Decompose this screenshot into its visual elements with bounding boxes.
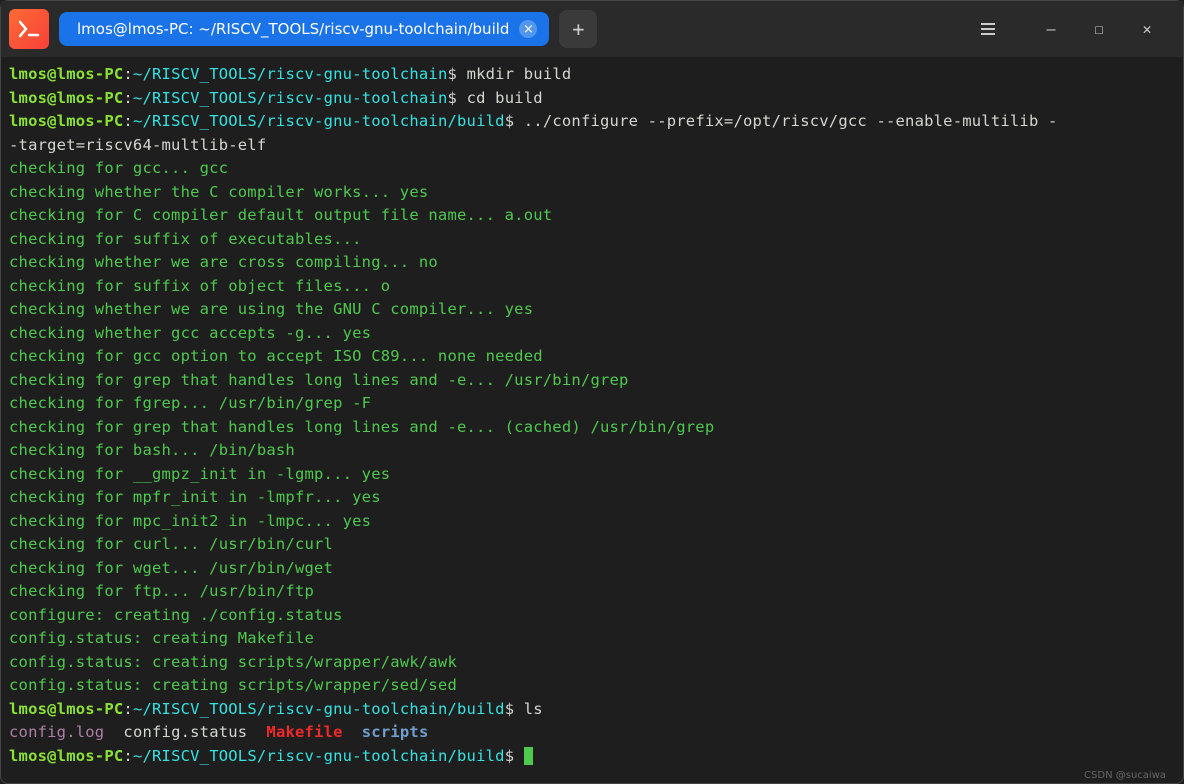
output-line: checking for grep that handles long line… bbox=[9, 369, 1175, 393]
output-line: checking for grep that handles long line… bbox=[9, 416, 1175, 440]
output-line: config.status: creating scripts/wrapper/… bbox=[9, 651, 1175, 675]
output-line: checking whether gcc accepts -g... yes bbox=[9, 322, 1175, 346]
tab-close-icon[interactable]: × bbox=[519, 20, 537, 38]
tab-title: lmos@lmos-PC: ~/RISCV_TOOLS/riscv-gnu-to… bbox=[77, 20, 509, 38]
output-line: checking for gcc option to accept ISO C8… bbox=[9, 345, 1175, 369]
prompt-user: lmos@lmos-PC bbox=[9, 65, 123, 83]
terminal-app-icon[interactable] bbox=[9, 9, 49, 49]
prompt-path: ~/RISCV_TOOLS/riscv-gnu-toolchain bbox=[133, 65, 448, 83]
output-line: checking for fgrep... /usr/bin/grep -F bbox=[9, 392, 1175, 416]
minimize-icon[interactable]: — bbox=[1041, 20, 1061, 38]
output-line: config.status: creating Makefile bbox=[9, 627, 1175, 651]
titlebar: lmos@lmos-PC: ~/RISCV_TOOLS/riscv-gnu-to… bbox=[1, 1, 1183, 57]
watermark: CSDN @sucaiwa bbox=[1084, 770, 1166, 781]
output-line: checking for curl... /usr/bin/curl bbox=[9, 533, 1175, 557]
terminal-output[interactable]: lmos@lmos-PC:~/RISCV_TOOLS/riscv-gnu-too… bbox=[1, 57, 1183, 774]
output-line: checking for __gmpz_init in -lgmp... yes bbox=[9, 463, 1175, 487]
maximize-icon[interactable]: ☐ bbox=[1089, 20, 1109, 38]
output-line: checking for suffix of executables... bbox=[9, 228, 1175, 252]
close-icon[interactable]: ✕ bbox=[1137, 20, 1157, 38]
output-line: checking whether the C compiler works...… bbox=[9, 181, 1175, 205]
output-line: config.status: creating scripts/wrapper/… bbox=[9, 674, 1175, 698]
output-line: checking for C compiler default output f… bbox=[9, 204, 1175, 228]
output-line: checking for wget... /usr/bin/wget bbox=[9, 557, 1175, 581]
ls-output-line: config.log config.status Makefile script… bbox=[9, 721, 1175, 745]
cursor bbox=[524, 747, 533, 765]
output-line: checking for ftp... /usr/bin/ftp bbox=[9, 580, 1175, 604]
output-line: checking for gcc... gcc bbox=[9, 157, 1175, 181]
active-tab[interactable]: lmos@lmos-PC: ~/RISCV_TOOLS/riscv-gnu-to… bbox=[59, 12, 549, 46]
output-line: checking for mpfr_init in -lmpfr... yes bbox=[9, 486, 1175, 510]
menu-icon[interactable] bbox=[981, 23, 995, 35]
new-tab-button[interactable]: + bbox=[559, 10, 597, 48]
output-line: checking for suffix of object files... o bbox=[9, 275, 1175, 299]
output-line: checking whether we are cross compiling.… bbox=[9, 251, 1175, 275]
output-line: configure: creating ./config.status bbox=[9, 604, 1175, 628]
window-controls: — ☐ ✕ bbox=[981, 20, 1175, 38]
output-line: checking for bash... /bin/bash bbox=[9, 439, 1175, 463]
command-text: mkdir build bbox=[457, 65, 571, 83]
output-line: checking for mpc_init2 in -lmpc... yes bbox=[9, 510, 1175, 534]
output-line: checking whether we are using the GNU C … bbox=[9, 298, 1175, 322]
